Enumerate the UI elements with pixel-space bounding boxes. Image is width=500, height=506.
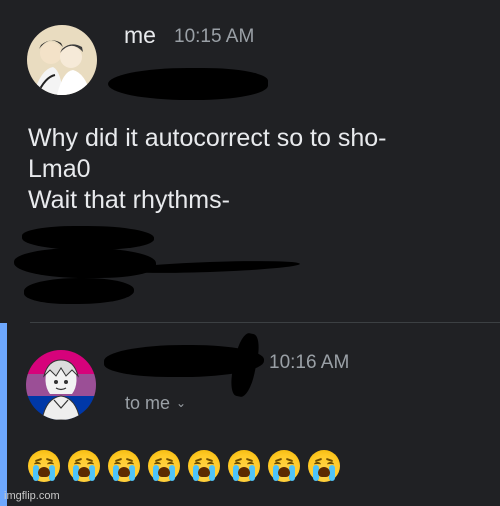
loudly-crying-face-icon [28, 450, 60, 482]
loudly-crying-face-icon [268, 450, 300, 482]
sender-avatar[interactable] [26, 350, 96, 420]
sender-avatar[interactable] [27, 25, 97, 95]
watermark: imgflip.com [4, 490, 60, 502]
redaction-mark [108, 68, 268, 100]
chevron-down-icon: ⌄ [176, 396, 187, 410]
message-timestamp: 10:15 AM [174, 26, 255, 47]
redaction-mark [14, 248, 156, 278]
message-body [28, 450, 340, 482]
message-line: Why did it autocorrect so to sho- [28, 124, 387, 152]
loudly-crying-face-icon [68, 450, 100, 482]
loudly-crying-face-icon [308, 450, 340, 482]
avatar-illustration [26, 350, 96, 420]
avatar-illustration [27, 25, 97, 95]
message-line: Wait that rhythms- [28, 186, 230, 214]
selected-indicator [0, 323, 7, 506]
message-body: Why did it autocorrect so to sho- Lma0 W… [28, 123, 386, 216]
redaction-mark [24, 278, 134, 304]
loudly-crying-face-icon [228, 450, 260, 482]
email-message-1: me 10:15 AM Why did it autocorrect so to… [0, 0, 500, 322]
message-timestamp: 10:16 AM [269, 352, 350, 373]
loudly-crying-face-icon [148, 450, 180, 482]
message-line: Lma0 [28, 155, 91, 183]
loudly-crying-face-icon [188, 450, 220, 482]
email-message-2: 10:16 AM to me ⌄ [0, 323, 500, 506]
recipient-label: to me [125, 393, 171, 413]
recipient-toggle[interactable]: to me ⌄ [125, 393, 186, 414]
loudly-crying-face-icon [108, 450, 140, 482]
sender-name[interactable]: me [124, 22, 156, 49]
redaction-mark [22, 226, 154, 250]
